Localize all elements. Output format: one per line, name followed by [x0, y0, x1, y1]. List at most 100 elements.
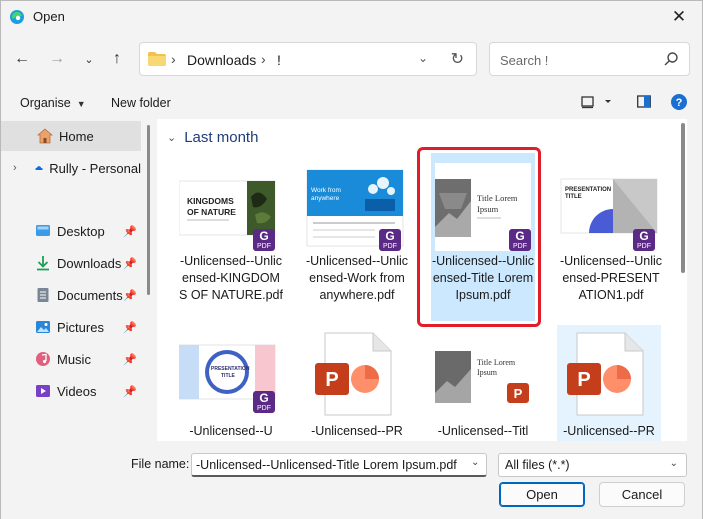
thumb-title-line1: KINGDOMS [187, 196, 234, 206]
title-bar: Open ✕ [1, 1, 702, 33]
forward-button[interactable]: → [45, 45, 69, 73]
search-placeholder: Search ! [500, 53, 549, 68]
recent-locations-button[interactable]: ⌄ [77, 45, 101, 73]
thumb-title-line2: TITLE [565, 194, 582, 200]
address-dropdown-icon[interactable]: ⌄ [418, 51, 428, 65]
file-item[interactable]: Work from anywhere G PDF -Unlicensed--Unl… [305, 153, 409, 329]
file-item[interactable]: KINGDOMS OF NATURE G PDF -Unlicensed--Unl… [179, 153, 283, 329]
file-name: -Unlicensed--PR [563, 424, 655, 438]
desktop-icon [36, 225, 50, 236]
pin-icon: 📌 [123, 321, 137, 334]
home-icon [37, 128, 53, 144]
breadcrumb-downloads[interactable]: Downloads [187, 52, 256, 68]
organise-label: Organise [20, 96, 71, 110]
navigation-pane: Home › Rully - Personal Desktop 📌 Downlo… [1, 119, 141, 441]
pictures-icon [36, 321, 50, 333]
svg-text:?: ? [676, 97, 683, 109]
file-name-dropdown-icon[interactable]: ⌄ [471, 457, 479, 468]
group-header-last-month[interactable]: ⌄ Last month [167, 129, 258, 146]
address-bar[interactable]: › Downloads › ! ⌄ ↻ [139, 42, 477, 76]
file-name-label: File name: [131, 457, 190, 471]
help-icon: ? [671, 94, 687, 110]
cancel-button[interactable]: Cancel [599, 482, 685, 507]
sidebar-item-label: Pictures [57, 319, 104, 335]
thumb-title-line2: Ipsum [477, 368, 498, 377]
sidebar-item-desktop[interactable]: Desktop 📌 [1, 216, 141, 246]
file-list-scrollbar[interactable] [681, 123, 685, 273]
view-options-button[interactable] [581, 95, 611, 112]
search-input[interactable]: Search ! [489, 42, 690, 76]
file-name: -Unlicensed--U [189, 424, 273, 438]
file-name-input[interactable]: -Unlicensed--Unlicensed-Title Lorem Ipsu… [191, 453, 487, 477]
group-label: Last month [184, 129, 259, 146]
sidebar-item-label: Music [57, 351, 91, 367]
file-item[interactable]: PRESENTATION TITLE G PDF -Unlicensed--Unl… [559, 153, 663, 329]
thumb-title-line1: PRESENTATION [565, 187, 611, 193]
up-button[interactable]: ↑ [105, 45, 129, 73]
sidebar-item-label: Home [59, 128, 94, 144]
view-icon [581, 96, 611, 109]
pin-icon: 📌 [123, 289, 137, 302]
file-name-value: -Unlicensed--Unlicensed-Title Lorem Ipsu… [196, 458, 457, 472]
open-button[interactable]: Open [499, 482, 585, 507]
organise-menu[interactable]: Organise ▼ [20, 96, 86, 110]
pdf-app-badge-icon: G PDF [253, 391, 275, 413]
open-button-label: Open [526, 487, 558, 502]
refresh-icon[interactable]: ↻ [451, 49, 464, 69]
sidebar-scrollbar[interactable] [147, 125, 150, 295]
thumb-title-line2: OF NATURE [187, 207, 236, 217]
thumb-title-line2: anywhere [311, 195, 340, 202]
svg-text:P: P [325, 369, 338, 391]
file-type-select[interactable]: All files (*.*) ⌄ [498, 453, 687, 477]
sidebar-item-pictures[interactable]: Pictures 📌 [1, 312, 141, 342]
close-button[interactable]: ✕ [656, 1, 702, 33]
file-item[interactable]: P -Unlicensed--PR [557, 325, 661, 441]
breadcrumb-current[interactable]: ! [277, 52, 281, 68]
sidebar-item-label: Rully - Personal [49, 160, 141, 176]
sidebar-item-videos[interactable]: Videos 📌 [1, 376, 141, 406]
documents-icon [37, 288, 49, 302]
file-item[interactable]: Title Lorem Ipsum P -Unlicensed--Titl [431, 327, 535, 441]
cancel-button-label: Cancel [621, 487, 663, 502]
thumb-title-line2: TITLE [221, 373, 236, 379]
close-icon: ✕ [671, 7, 687, 26]
download-icon [37, 256, 49, 271]
expand-chevron-icon[interactable]: › [13, 162, 17, 174]
folder-icon [148, 52, 166, 66]
arrow-up-icon: ↑ [113, 50, 121, 67]
preview-pane-button[interactable] [637, 95, 651, 112]
pptx-file-icon: P [315, 332, 392, 416]
pin-icon: 📌 [123, 257, 137, 270]
selection-highlight-annotation [417, 147, 541, 327]
edge-icon [10, 10, 24, 24]
svg-text:P: P [514, 386, 523, 401]
file-name: -Unlicensed--PR [311, 424, 403, 438]
sidebar-item-label: Documents [57, 287, 123, 303]
sidebar-item-music[interactable]: Music 📌 [1, 344, 141, 374]
help-button[interactable]: ? [671, 94, 687, 113]
sidebar-item-home[interactable]: Home [1, 121, 141, 151]
file-name: -Unlicensed--Unlicensed-PRESENTATION1.pd… [559, 254, 663, 302]
collapse-chevron-icon: ⌄ [167, 132, 177, 144]
file-item[interactable]: P -Unlicensed--PR [305, 327, 409, 441]
new-folder-label: New folder [111, 96, 171, 110]
chevron-down-icon: ⌄ [84, 53, 94, 66]
file-item[interactable]: PRESENTATION TITLE G PDF -Unlicensed--U [179, 327, 283, 441]
sidebar-item-label: Videos [57, 383, 97, 399]
sidebar-item-downloads[interactable]: Downloads 📌 [1, 248, 141, 278]
pptx-file-icon: P [567, 332, 644, 416]
thumb-title-line1: Work from [311, 187, 341, 194]
pin-icon: 📌 [123, 353, 137, 366]
breadcrumb-chevron-icon: › [171, 51, 176, 67]
search-icon [664, 52, 678, 66]
file-name: -Unlicensed--Unlicensed-KINGDOMS OF NATU… [179, 254, 283, 302]
back-button[interactable]: ← [10, 45, 34, 73]
pin-icon: 📌 [123, 225, 137, 238]
new-folder-button[interactable]: New folder [111, 96, 171, 110]
sidebar-item-label: Desktop [57, 223, 105, 239]
window-title: Open [33, 9, 65, 24]
sidebar-item-documents[interactable]: Documents 📌 [1, 280, 141, 310]
preview-pane-icon [637, 95, 651, 108]
svg-text:P: P [577, 369, 590, 391]
sidebar-item-onedrive[interactable]: › Rully - Personal [1, 153, 141, 183]
